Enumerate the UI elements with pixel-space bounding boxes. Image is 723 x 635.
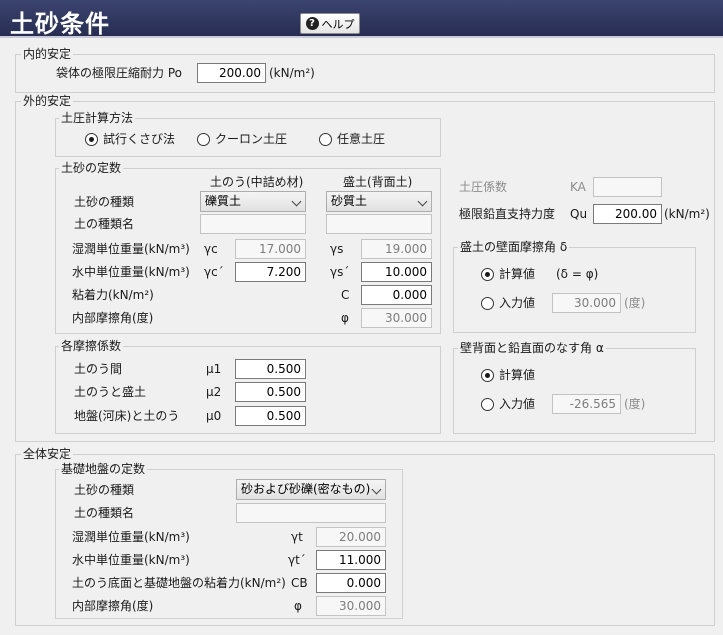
wet-weight-bag-input: 17.000 <box>235 239 306 259</box>
bag-soil-name-field <box>200 214 306 234</box>
soil-name-label: 土の種類名 <box>74 217 135 231</box>
column-header-bag: 土のう(中詰め材) <box>210 175 304 189</box>
friction-coef-input[interactable]: 0.500 <box>235 382 306 402</box>
foundation-soil-name-field <box>236 503 386 523</box>
chevron-down-icon <box>291 196 302 207</box>
sub-weight-label: 水中単位重量(kN/m³) <box>72 265 190 279</box>
wet-weight-bag-symbol: γc <box>204 242 218 256</box>
sub-weight-bag-input[interactable]: 7.200 <box>235 262 306 282</box>
bearing-capacity-input[interactable]: 200.00 <box>593 204 662 224</box>
bag-strength-unit: (kN/m²) <box>269 66 315 80</box>
bearing-capacity-unit: (kN/m²) <box>664 207 710 221</box>
friction-coefficients-legend: 各摩擦係数 <box>59 339 124 353</box>
foundation-row-label: 内部摩擦角(度) <box>72 599 154 613</box>
friction-coef-label: 土のう間 <box>74 362 123 376</box>
method-trial-wedge-label: 試行くさび法 <box>103 132 176 146</box>
wall-friction-calc-label: 計算値 <box>499 267 536 281</box>
foundation-soil-type-value: 砂および砂礫(密なもの) <box>241 482 371 496</box>
wall-friction-unit: (度) <box>624 296 646 310</box>
foundation-row-symbol: γt´ <box>288 553 306 567</box>
method-trial-wedge-radio[interactable] <box>85 133 98 146</box>
wet-weight-label: 湿潤単位重量(kN/m³) <box>72 242 190 256</box>
sub-weight-bag-symbol: γc´ <box>204 265 224 279</box>
friction-angle-symbol: φ <box>341 311 349 325</box>
wet-weight-fill-symbol: γs <box>330 242 344 256</box>
friction-coef-symbol: μ2 <box>206 385 222 399</box>
foundation-cohesion-input[interactable]: 0.000 <box>316 573 386 593</box>
foundation-row-symbol: φ <box>294 599 302 613</box>
wall-friction-calc-radio[interactable] <box>481 268 494 281</box>
earth-pressure-coef-field <box>593 177 662 197</box>
bag-soil-type-select[interactable]: 礫質土 <box>200 191 306 212</box>
external-stability-legend: 外的安定 <box>21 94 74 108</box>
foundation-wet-weight-field: 20.000 <box>316 527 386 547</box>
internal-stability-legend: 内的安定 <box>21 47 74 61</box>
bag-strength-label: 袋体の極限圧縮耐力 Po <box>56 66 182 80</box>
method-arbitrary-label: 任意土圧 <box>337 132 386 146</box>
friction-coef-label: 地盤(河床)と土のう <box>74 409 180 423</box>
wall-friction-legend: 盛土の壁面摩擦角 δ <box>458 240 570 254</box>
wall-friction-input-label: 入力値 <box>499 296 536 310</box>
wall-friction-input-field: 30.000 <box>552 293 621 313</box>
bag-soil-type-value: 礫質土 <box>205 194 242 208</box>
overall-stability-legend: 全体安定 <box>21 447 74 461</box>
fill-soil-type-value: 砂質土 <box>331 194 368 208</box>
fill-soil-name-field <box>326 214 432 234</box>
foundation-friction-angle-field: 30.000 <box>316 596 386 616</box>
chevron-down-icon <box>417 196 428 207</box>
sub-weight-fill-input[interactable]: 10.000 <box>361 262 432 282</box>
foundation-row-label: 水中単位重量(kN/m³) <box>72 553 190 567</box>
foundation-row-label: 湿潤単位重量(kN/m³) <box>72 530 190 544</box>
earth-pressure-coef-label: 土圧係数 <box>459 180 508 194</box>
column-header-fill: 盛土(背面土) <box>343 175 413 189</box>
chevron-down-icon <box>371 484 382 495</box>
earth-pressure-method-legend: 土圧計算方法 <box>59 111 136 125</box>
bag-strength-input[interactable]: 200.00 <box>197 63 266 83</box>
help-button[interactable]: ? ヘルプ <box>300 13 360 34</box>
wall-angle-calc-radio[interactable] <box>481 369 494 382</box>
method-coulomb-label: クーロン土圧 <box>215 132 288 146</box>
foundation-row-symbol: CB <box>291 576 308 590</box>
bearing-capacity-label: 極限鉛直支持力度 <box>459 207 556 221</box>
wall-angle-input-label: 入力値 <box>499 397 536 411</box>
cohesion-label: 粘着力(kN/m²) <box>72 288 154 302</box>
foundation-row-symbol: γt <box>291 530 303 544</box>
cohesion-input[interactable]: 0.000 <box>361 285 432 305</box>
friction-coef-input[interactable]: 0.500 <box>235 359 306 379</box>
foundation-constants-legend: 基礎地盤の定数 <box>59 462 148 476</box>
wall-angle-input-radio[interactable] <box>481 398 494 411</box>
foundation-sub-weight-input[interactable]: 11.000 <box>316 550 386 570</box>
wall-friction-input-radio[interactable] <box>481 297 494 310</box>
soil-constants-legend: 土砂の定数 <box>59 161 124 175</box>
method-arbitrary-radio[interactable] <box>319 133 332 146</box>
wall-angle-legend: 壁背面と鉛直面のなす角 α <box>458 341 606 355</box>
friction-coef-label: 土のうと盛土 <box>74 385 147 399</box>
wall-friction-group <box>453 247 696 333</box>
help-button-label: ヘルプ <box>321 17 355 31</box>
wall-friction-calc-note: (δ = φ) <box>556 267 599 281</box>
wet-weight-fill-input: 19.000 <box>361 239 432 259</box>
sub-weight-fill-symbol: γs´ <box>330 265 350 279</box>
friction-coef-input[interactable]: 0.500 <box>235 406 306 426</box>
friction-angle-label: 内部摩擦角(度) <box>72 311 154 325</box>
fill-soil-type-select[interactable]: 砂質土 <box>326 191 432 212</box>
bearing-capacity-symbol: Qu <box>570 207 588 221</box>
earth-pressure-coef-symbol: KA <box>570 180 586 194</box>
page-title: 土砂条件 <box>10 10 110 38</box>
soil-type-label: 土砂の種類 <box>74 195 135 209</box>
friction-coef-symbol: μ0 <box>206 409 222 423</box>
foundation-soil-type-select[interactable]: 砂および砂礫(密なもの) <box>236 479 386 500</box>
friction-coef-symbol: μ1 <box>206 362 222 376</box>
wall-angle-calc-label: 計算値 <box>499 368 536 382</box>
foundation-soil-type-label: 土砂の種類 <box>74 483 135 497</box>
friction-angle-input: 30.000 <box>361 308 432 328</box>
help-icon: ? <box>305 17 319 30</box>
cohesion-symbol: C <box>341 288 350 302</box>
foundation-soil-name-label: 土の種類名 <box>74 506 135 520</box>
method-coulomb-radio[interactable] <box>197 133 210 146</box>
wall-angle-unit: (度) <box>624 397 646 411</box>
foundation-row-label: 土のう底面と基礎地盤の粘着力(kN/m²) <box>72 576 286 590</box>
wall-angle-group <box>453 348 696 434</box>
wall-angle-input-field: -26.565 <box>552 394 621 414</box>
